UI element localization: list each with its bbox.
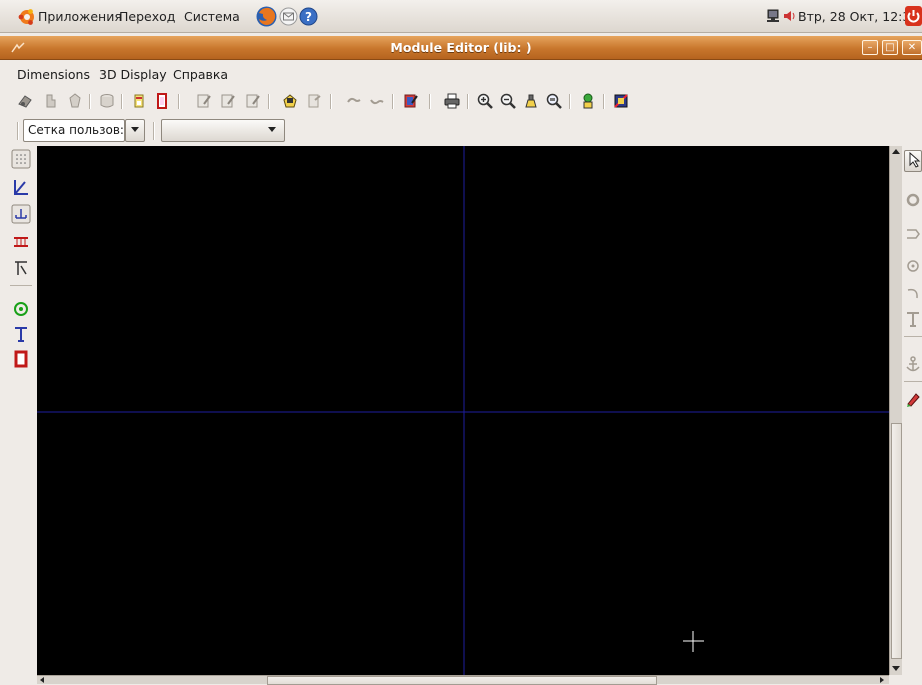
module-doc-icon[interactable] [244,92,262,110]
pad-settings-icon[interactable] [579,92,597,110]
close-icon: ✕ [907,42,917,53]
update-board-icon[interactable] [368,92,386,110]
new-library-icon[interactable] [98,92,116,110]
chevron-down-icon [268,127,276,132]
pad-display-icon[interactable] [11,299,31,319]
import-module-icon[interactable] [130,92,148,110]
zoom-out-icon[interactable] [499,92,517,110]
maximize-button[interactable]: □ [882,40,898,55]
create-library-icon[interactable] [195,92,213,110]
print-icon[interactable] [443,92,461,110]
menu-3d-display[interactable]: 3D Display [99,67,167,82]
help-icon[interactable]: ? [299,7,318,26]
left-toolbar [8,145,36,675]
vertical-scrollbar[interactable] [889,146,902,675]
chevron-down-icon [131,127,139,132]
zoom-select[interactable] [161,119,285,142]
load-module-icon[interactable] [42,92,60,110]
panel-menu-places[interactable]: Переход [119,9,175,24]
grid-toggle-icon[interactable] [11,149,31,169]
panel-menu-system[interactable]: Система [184,9,240,24]
zoom-fit-icon[interactable] [545,92,563,110]
svg-text:?: ? [305,10,312,24]
undo-icon[interactable] [402,92,420,110]
drawing-canvas[interactable] [37,146,889,675]
shutdown-icon[interactable] [905,6,922,26]
polar-coords-icon[interactable] [11,177,31,197]
maximize-icon: □ [885,42,895,53]
save-module-icon[interactable] [66,92,84,110]
zoom-in-icon[interactable] [476,92,494,110]
right-toolbar [902,146,922,675]
menu-help[interactable]: Справка [173,67,228,82]
add-pad-icon[interactable] [904,191,922,209]
menubar: Dimensions 3D Display Справка [0,61,922,86]
vertical-scroll-thumb[interactable] [891,423,902,659]
edit-module-icon[interactable] [281,92,299,110]
mail-icon[interactable] [279,7,298,26]
text-display-icon[interactable] [11,324,31,344]
delete-icon[interactable] [904,390,922,408]
select-module-icon[interactable] [16,92,34,110]
crosshair-cursor-icon [683,631,704,652]
module-outline-icon[interactable] [11,258,31,278]
units-toggle-icon[interactable] [11,204,31,224]
zoom-redraw-icon[interactable] [522,92,540,110]
new-module-icon[interactable] [305,92,323,110]
close-button[interactable]: ✕ [902,40,922,55]
fill-display-icon[interactable] [11,349,31,369]
menu-dimensions[interactable]: Dimensions [17,67,90,82]
scroll-up-icon[interactable] [892,149,900,154]
add-line-icon[interactable] [904,225,922,243]
firefox-icon[interactable] [256,6,277,27]
ubuntu-logo-icon[interactable] [18,8,36,26]
panel-menu-applications[interactable]: Приложения [38,9,122,24]
scroll-down-icon[interactable] [892,666,900,671]
window-titlebar[interactable]: Module Editor (lib: ) – □ ✕ [0,36,922,60]
add-arc-icon[interactable] [904,284,922,302]
network-icon[interactable] [766,9,780,23]
main-toolbar [0,87,922,115]
pad-sketch-icon[interactable] [11,232,31,252]
horizontal-scrollbar[interactable] [37,675,889,685]
panel-clock[interactable]: Втр, 28 Окт, 12:30 [798,9,918,24]
scroll-left-icon[interactable] [40,677,44,683]
grid-select[interactable]: Сетка пользов: [23,119,125,142]
volume-icon[interactable] [782,9,797,23]
cursor-icon[interactable] [904,150,922,172]
properties-icon[interactable] [219,92,237,110]
minimize-button[interactable]: – [862,40,878,55]
grid-select-button[interactable] [125,119,145,142]
selector-row: Сетка пользов: [0,116,922,145]
anchor-icon[interactable] [904,355,922,373]
scroll-right-icon[interactable] [880,677,884,683]
3d-display-icon[interactable] [612,92,630,110]
export-module-icon[interactable] [153,92,171,110]
load-from-board-icon[interactable] [345,92,363,110]
window-title: Module Editor (lib: ) [390,40,532,55]
add-text-icon[interactable] [904,310,922,328]
minimize-icon: – [867,42,873,53]
top-panel: Приложения Переход Система ? Втр, 28 Окт… [0,0,922,33]
grid-select-value: Сетка пользов: [28,123,124,137]
add-circle-icon[interactable] [904,257,922,275]
